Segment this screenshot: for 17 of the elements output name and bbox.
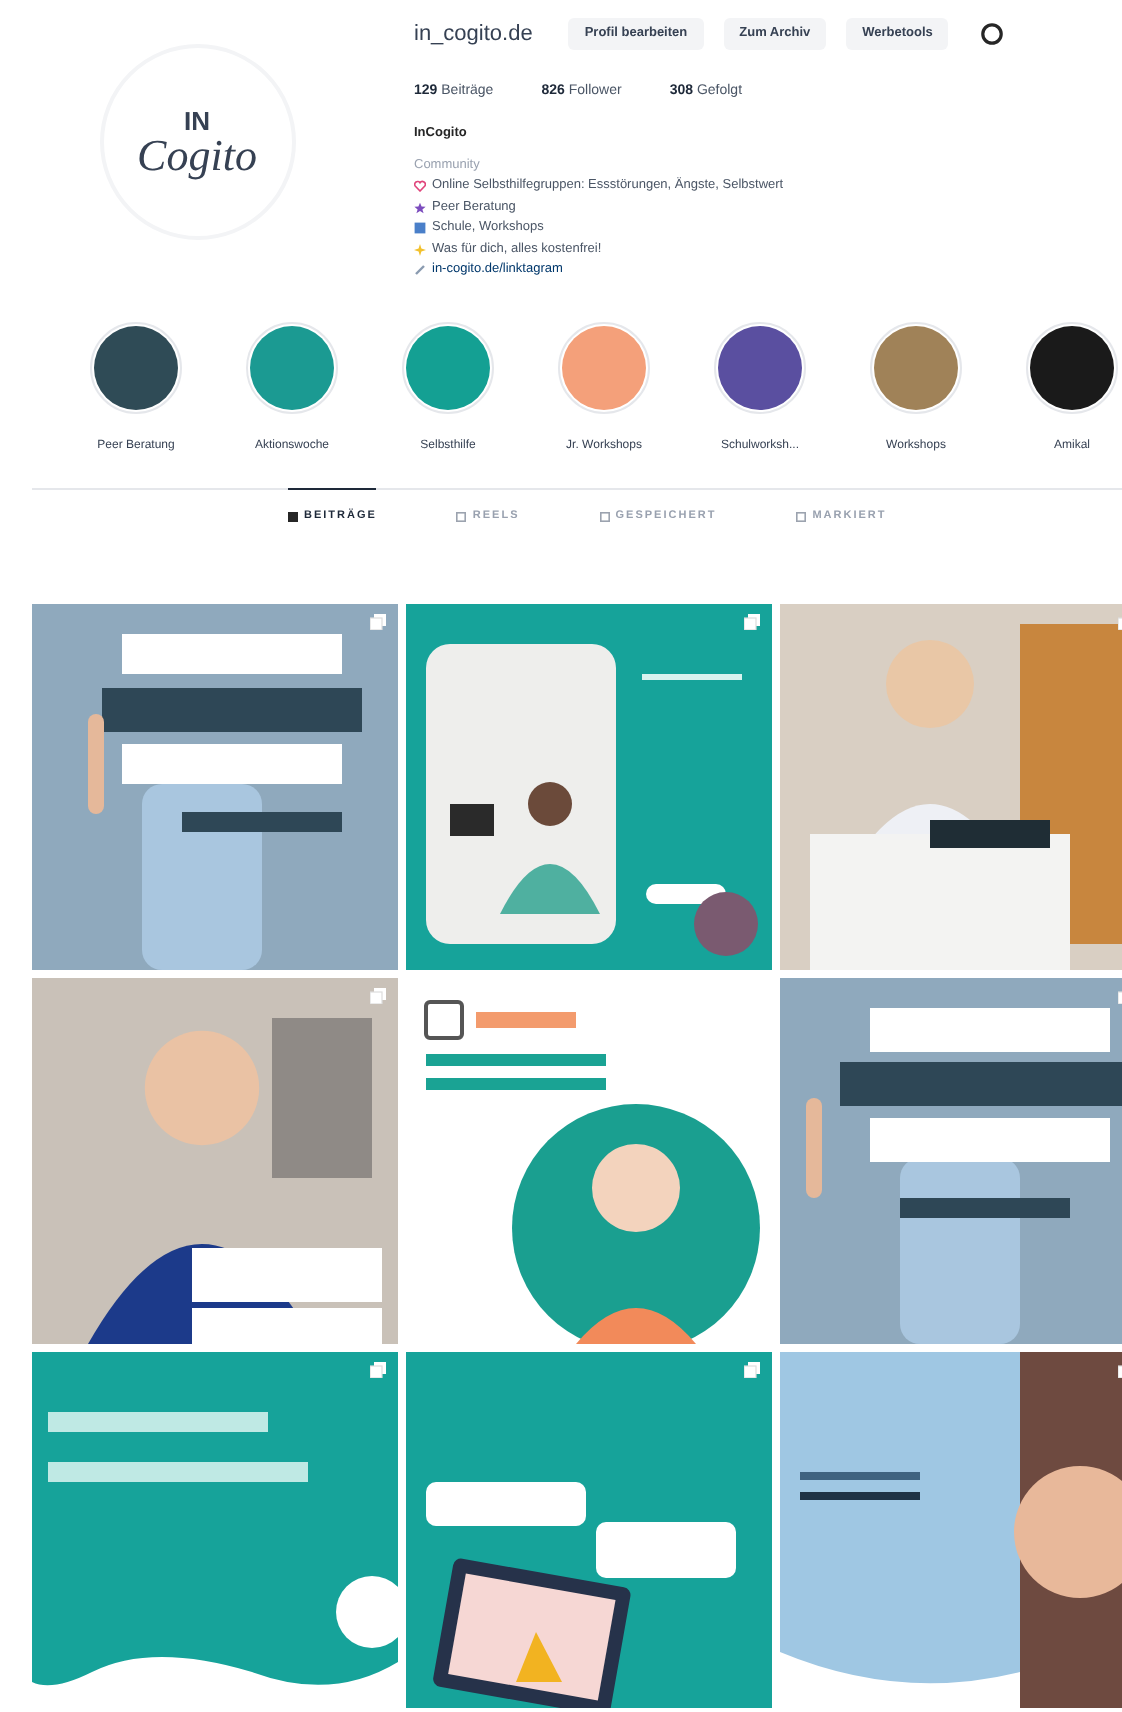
profile-avatar[interactable]: IN Cogito [99, 44, 295, 240]
school-icon [414, 222, 426, 235]
heart-icon [414, 180, 426, 193]
settings-icon[interactable] [980, 22, 1005, 46]
grid-icon [288, 511, 298, 521]
link-icon [414, 264, 426, 277]
tab-icon [796, 511, 807, 521]
tab-icon [456, 511, 467, 521]
highlight-cover[interactable] [1026, 321, 1118, 413]
highlight-cover[interactable] [90, 321, 182, 413]
star-icon [414, 201, 426, 214]
tab-icon [599, 511, 610, 521]
sparkle-icon [414, 243, 426, 256]
username: in_cogito.de [414, 19, 533, 50]
logo-text: Cogito [137, 133, 257, 177]
logo-text: IN [184, 107, 210, 133]
highlight-cover[interactable] [714, 321, 806, 413]
